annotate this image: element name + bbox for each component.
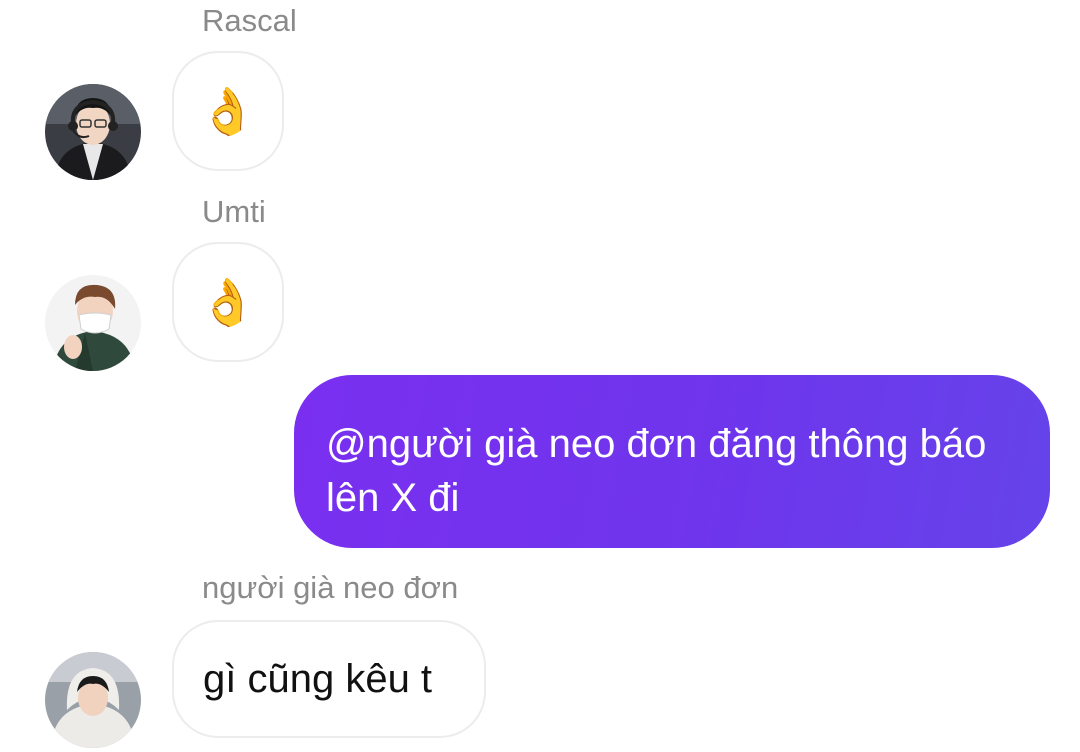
- avatar[interactable]: [45, 275, 141, 371]
- avatar[interactable]: [45, 652, 141, 748]
- sender-name: Rascal: [202, 3, 297, 38]
- sender-name: Umti: [202, 194, 266, 229]
- avatar[interactable]: [45, 84, 141, 180]
- message-bubble[interactable]: 👌: [172, 242, 284, 362]
- ok-hand-emoji: 👌: [199, 276, 257, 328]
- message-bubble[interactable]: gì cũng kêu t: [172, 620, 486, 738]
- message-text: gì cũng kêu t: [203, 656, 433, 701]
- sender-name: người già neo đơn: [202, 570, 459, 605]
- message-bubble[interactable]: 👌: [172, 51, 284, 171]
- ok-hand-emoji: 👌: [199, 85, 257, 137]
- message-text: @người già neo đơn đăng thông báo lên X …: [326, 422, 987, 520]
- outgoing-message-bubble[interactable]: @người già neo đơn đăng thông báo lên X …: [294, 375, 1050, 548]
